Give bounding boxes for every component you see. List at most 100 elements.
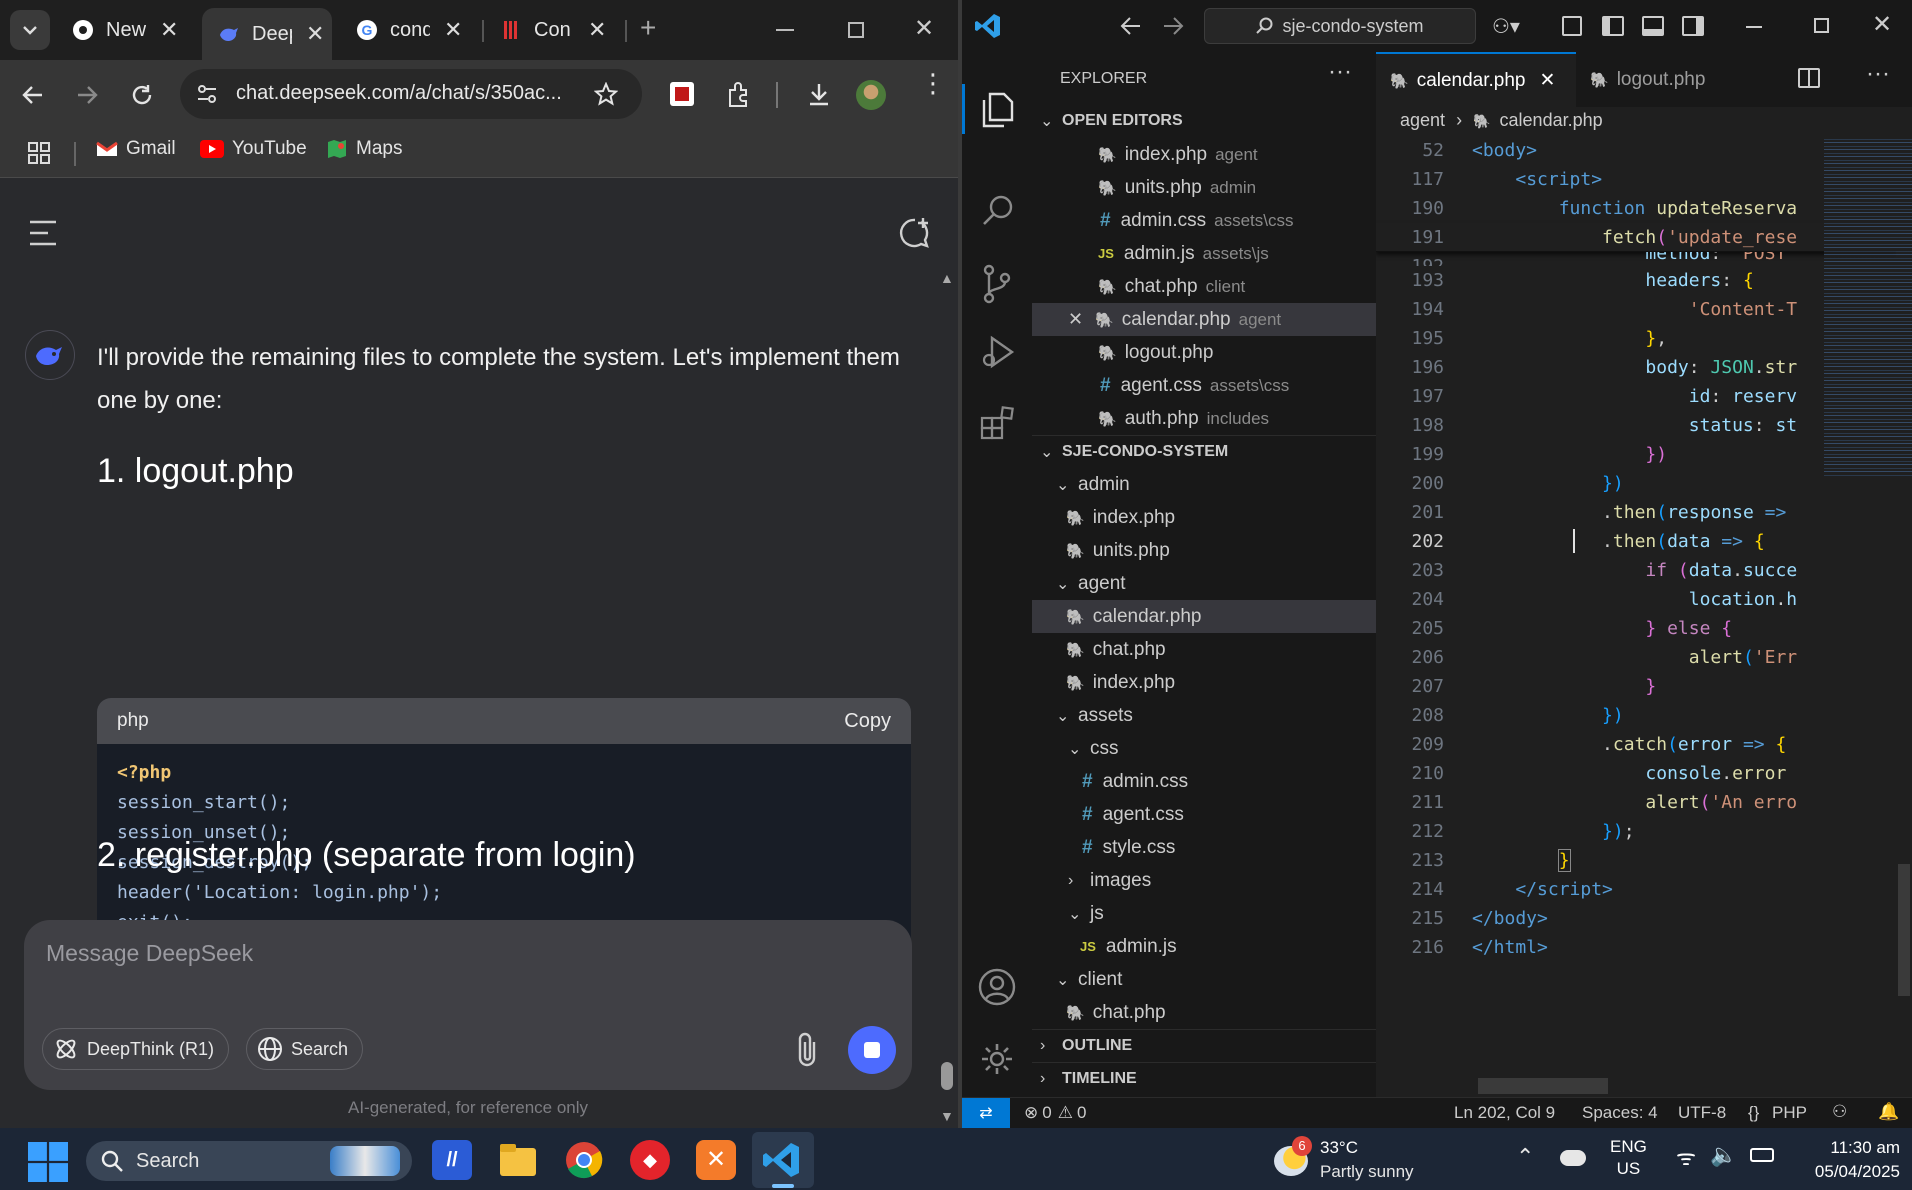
language-mode[interactable]: PHP (1772, 1103, 1807, 1123)
split-editor-icon[interactable] (1798, 68, 1820, 88)
new-chat-icon[interactable] (898, 216, 932, 250)
vertical-scrollbar[interactable] (1898, 864, 1910, 996)
forward-icon[interactable] (76, 84, 98, 106)
timeline-header[interactable]: › TIMELINE (1032, 1062, 1376, 1095)
open-editor-item[interactable]: 🐘 auth.php includes (1032, 402, 1376, 435)
scroll-up-arrow[interactable]: ▲ (940, 270, 954, 286)
wifi-icon[interactable]: ᯤ (1676, 1142, 1696, 1172)
remote-indicator[interactable]: ⇄ (962, 1098, 1010, 1128)
indentation[interactable]: Spaces: 4 (1582, 1103, 1658, 1123)
file-explorer-icon[interactable] (498, 1140, 538, 1180)
tree-folder[interactable]: ⌄ client (1032, 963, 1376, 996)
new-tab-button[interactable]: + (640, 12, 656, 44)
stop-button[interactable] (848, 1026, 896, 1074)
taskbar-search[interactable]: Search (86, 1141, 412, 1181)
open-editor-item[interactable]: 🐘 logout.php (1032, 336, 1376, 369)
tree-file[interactable]: 🐘 index.php (1032, 501, 1376, 534)
sidebar-toggle-icon[interactable] (28, 220, 58, 246)
open-editor-item[interactable]: 🐘 index.php agent (1032, 138, 1376, 171)
vscode-icon[interactable] (762, 1140, 802, 1180)
command-center[interactable]: sje-condo-system (1204, 8, 1476, 44)
account-icon[interactable] (978, 968, 1016, 1006)
tree-file[interactable]: # admin.css (1032, 765, 1376, 798)
browser-tab-active[interactable]: Deep ✕ (202, 8, 332, 60)
copilot-status-icon[interactable]: ⚇ (1832, 1102, 1847, 1122)
weather-widget[interactable]: 6 33°C Partly sunny (1274, 1136, 1444, 1184)
close-icon[interactable]: ✕ (444, 17, 462, 43)
scrollbar-thumb[interactable] (941, 1062, 953, 1090)
site-info-icon[interactable] (196, 84, 218, 104)
layout-customize-icon[interactable] (1562, 16, 1582, 36)
back-icon[interactable] (22, 84, 44, 106)
search-toggle[interactable]: Search (246, 1028, 364, 1070)
toggle-panel-icon[interactable] (1642, 16, 1664, 36)
onedrive-icon[interactable] (1560, 1150, 1586, 1166)
extensions-icon[interactable] (980, 406, 1016, 442)
tree-folder[interactable]: ⌄ admin (1032, 468, 1376, 501)
tree-file[interactable]: JS admin.js (1032, 930, 1376, 963)
editor-tab[interactable]: 🐘 logout.php (1576, 52, 1752, 107)
browser-tab[interactable]: New ✕ (56, 8, 184, 52)
close-icon[interactable]: ✕ (306, 21, 324, 47)
editor-tab-active[interactable]: 🐘 calendar.php ✕ (1376, 52, 1576, 107)
language-indicator[interactable]: ENG US (1610, 1136, 1647, 1180)
project-header[interactable]: ⌄ SJE-CONDO-SYSTEM (1032, 435, 1376, 468)
tree-file[interactable]: 🐘 index.php (1032, 666, 1376, 699)
more-menu-icon[interactable]: ⋮ (920, 70, 946, 96)
notifications-icon[interactable]: 🔔 (1878, 1102, 1899, 1122)
open-editor-item-active[interactable]: ✕ 🐘 calendar.php agent (1032, 303, 1376, 336)
editor-more-icon[interactable]: ··· (1866, 60, 1890, 88)
tree-folder[interactable]: ⌄ css (1032, 732, 1376, 765)
tree-file[interactable]: 🐘 units.php (1032, 534, 1376, 567)
cursor-position[interactable]: Ln 202, Col 9 (1454, 1103, 1555, 1123)
open-editors-header[interactable]: ⌄ OPEN EDITORS (1032, 104, 1376, 137)
code-viewport[interactable]: 52 <body> 117 <script> 190 function updat… (1376, 136, 1896, 1036)
minimap[interactable] (1824, 136, 1912, 476)
encoding[interactable]: UTF-8 (1678, 1103, 1726, 1123)
extensions-icon[interactable] (724, 80, 752, 108)
message-input[interactable]: Message DeepSeek (46, 940, 253, 967)
explorer-more-icon[interactable]: ··· (1328, 58, 1352, 86)
browser-tab[interactable]: Con ✕ (484, 8, 612, 52)
download-icon[interactable] (806, 81, 832, 107)
close-icon[interactable]: ✕ (1068, 309, 1083, 330)
run-debug-icon[interactable] (980, 334, 1016, 370)
explorer-icon[interactable] (980, 92, 1014, 128)
open-editor-item[interactable]: JS admin.js assets\js (1032, 237, 1376, 270)
reload-icon[interactable] (130, 83, 154, 107)
minimize-button[interactable] (776, 29, 794, 31)
extension-mcafee-icon[interactable] (670, 82, 694, 106)
tree-file-active[interactable]: 🐘 calendar.php (1032, 600, 1376, 633)
volume-icon[interactable]: 🔈 (1710, 1142, 1737, 1168)
tree-folder[interactable]: ⌄ assets (1032, 699, 1376, 732)
bookmark-maps[interactable]: Maps (326, 138, 402, 160)
gear-icon[interactable] (980, 1042, 1014, 1076)
tree-folder[interactable]: ⌄ js (1032, 897, 1376, 930)
close-icon[interactable]: ✕ (160, 17, 178, 43)
breadcrumb-item[interactable]: agent (1400, 110, 1445, 130)
url-text[interactable]: chat.deepseek.com/a/chat/s/350ac... (236, 82, 562, 105)
tree-file[interactable]: 🐘 chat.php (1032, 996, 1376, 1029)
open-editor-item[interactable]: 🐘 units.php admin (1032, 171, 1376, 204)
chevron-up-icon[interactable]: ⌃ (1516, 1144, 1534, 1170)
source-control-icon[interactable] (982, 264, 1012, 304)
app-icon[interactable]: // (432, 1140, 472, 1180)
toggle-secondary-sidebar-icon[interactable] (1682, 16, 1704, 36)
problems-indicator[interactable]: ⊗ 0 ⚠ 0 (1024, 1103, 1086, 1123)
maximize-button[interactable] (1814, 18, 1829, 33)
close-window-button[interactable]: ✕ (914, 14, 934, 43)
close-icon[interactable]: ✕ (588, 17, 606, 43)
search-icon[interactable] (982, 194, 1014, 226)
maximize-button[interactable] (848, 22, 864, 38)
close-icon[interactable]: ✕ (1540, 69, 1556, 92)
browser-tab[interactable]: G cond ✕ (340, 8, 468, 52)
back-icon[interactable] (1120, 16, 1142, 36)
open-editor-item[interactable]: 🐘 chat.php client (1032, 270, 1376, 303)
chrome-icon[interactable] (564, 1140, 604, 1180)
star-icon[interactable] (594, 82, 618, 106)
tree-folder[interactable]: ⌄ agent (1032, 567, 1376, 600)
battery-icon[interactable] (1750, 1148, 1774, 1162)
tree-file[interactable]: 🐘 chat.php (1032, 633, 1376, 666)
attach-icon[interactable] (794, 1030, 820, 1068)
profile-avatar[interactable] (856, 80, 886, 110)
